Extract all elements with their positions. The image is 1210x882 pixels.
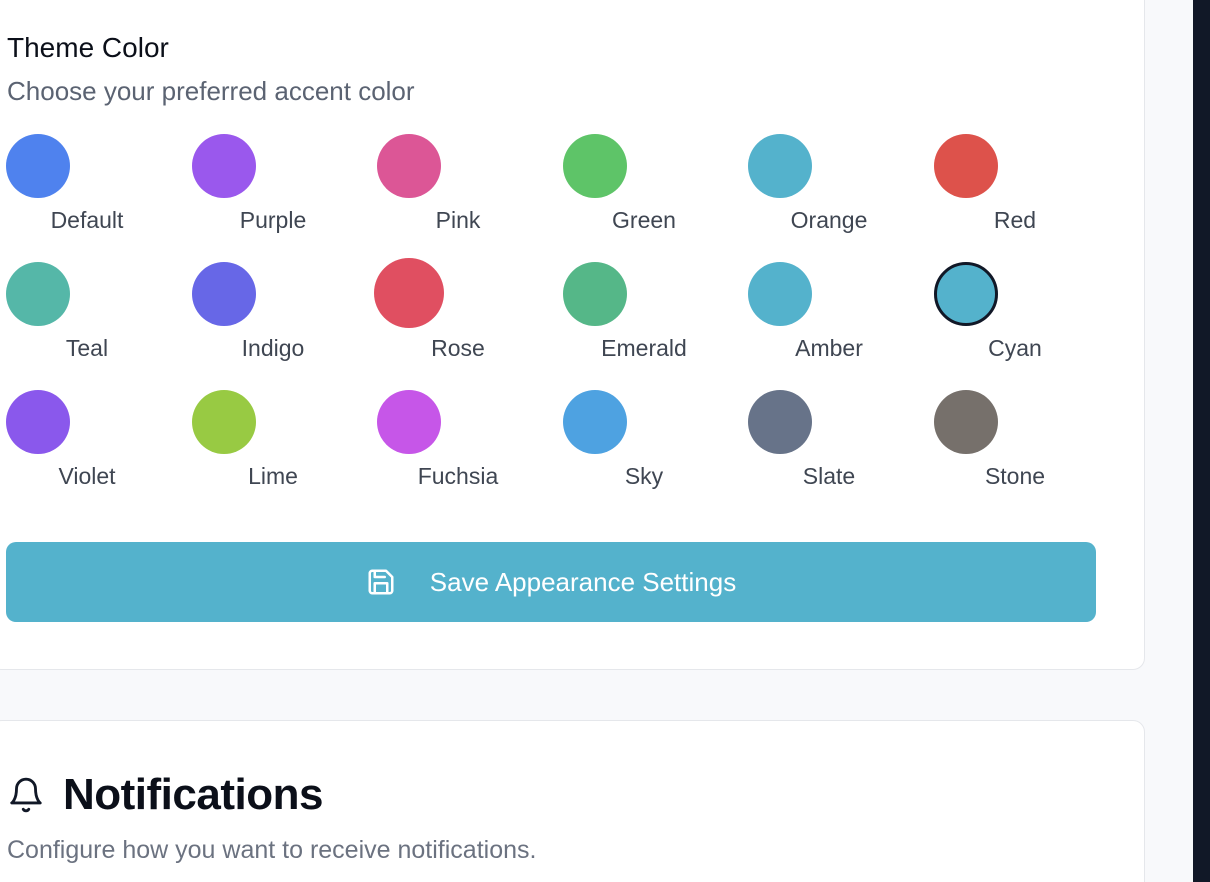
swatch-row: Teal Indigo Rose Emerald Amber Cyan [0,258,1110,371]
swatch-circle [192,262,256,326]
swatch-circle [374,258,444,328]
swatch-label: Orange [790,207,868,233]
color-swatch-indigo[interactable]: Indigo [186,261,372,371]
swatch-label: Slate [802,463,856,489]
swatch-circle [563,134,627,198]
swatch-circle [934,262,998,326]
swatch-circle [563,262,627,326]
color-swatch-cyan[interactable]: Cyan [928,261,1114,371]
swatch-label: Red [993,207,1037,233]
swatch-label: Cyan [988,335,1042,361]
swatch-circle [748,134,812,198]
color-swatch-sky[interactable]: Sky [557,389,743,499]
swatch-circle [6,134,70,198]
color-swatch-lime[interactable]: Lime [186,389,372,499]
swatch-label: Pink [435,207,481,233]
color-swatch-red[interactable]: Red [928,133,1114,243]
theme-color-subtitle: Choose your preferred accent color [7,76,415,106]
swatch-circle [192,390,256,454]
swatch-circle [748,390,812,454]
swatch-label: Green [612,207,676,233]
color-swatch-slate[interactable]: Slate [742,389,928,499]
swatch-circle [563,390,627,454]
color-swatch-purple[interactable]: Purple [186,133,372,243]
swatch-label: Emerald [601,335,687,361]
color-swatch-emerald[interactable]: Emerald [557,261,743,371]
swatch-circle [6,262,70,326]
color-swatch-stone[interactable]: Stone [928,389,1114,499]
swatch-circle [934,390,998,454]
theme-color-title: Theme Color [7,32,169,63]
notifications-header: Notifications [7,770,323,820]
color-swatch-rose[interactable]: Rose [371,258,557,371]
color-swatch-teal[interactable]: Teal [0,261,186,371]
notifications-title: Notifications [63,770,323,819]
color-swatch-pink[interactable]: Pink [371,133,557,243]
settings-page: Theme Color Choose your preferred accent… [0,0,1210,882]
swatch-label: Rose [431,335,485,361]
swatch-label: Default [50,207,124,233]
color-swatch-fuchsia[interactable]: Fuchsia [371,389,557,499]
save-icon [366,567,396,597]
swatch-label: Teal [65,335,109,361]
color-swatch-green[interactable]: Green [557,133,743,243]
color-swatch-default[interactable]: Default [0,133,186,243]
swatch-circle [377,134,441,198]
swatch-circle [934,134,998,198]
notifications-subtitle: Configure how you want to receive notifi… [7,836,537,864]
swatch-circle [192,134,256,198]
swatch-label: Fuchsia [417,463,499,489]
swatch-circle [377,390,441,454]
swatch-row: Default Purple Pink Green Orange Red [0,133,1110,243]
swatch-label: Sky [624,463,664,489]
swatch-circle [6,390,70,454]
swatch-row: Violet Lime Fuchsia Sky Slate Stone [0,389,1110,499]
color-swatch-orange[interactable]: Orange [742,133,928,243]
swatch-label: Amber [795,335,863,361]
swatch-circle [748,262,812,326]
color-swatch-amber[interactable]: Amber [742,261,928,371]
save-appearance-label: Save Appearance Settings [429,566,737,597]
color-swatch-violet[interactable]: Violet [0,389,186,499]
bell-icon [7,776,45,814]
swatch-label: Stone [984,463,1046,489]
swatch-label: Lime [248,463,298,489]
swatch-label: Violet [58,463,116,489]
swatch-label: Purple [239,207,307,233]
swatch-label: Indigo [241,335,305,361]
save-appearance-button[interactable]: Save Appearance Settings [6,542,1096,622]
right-edge-panel [1193,0,1210,882]
